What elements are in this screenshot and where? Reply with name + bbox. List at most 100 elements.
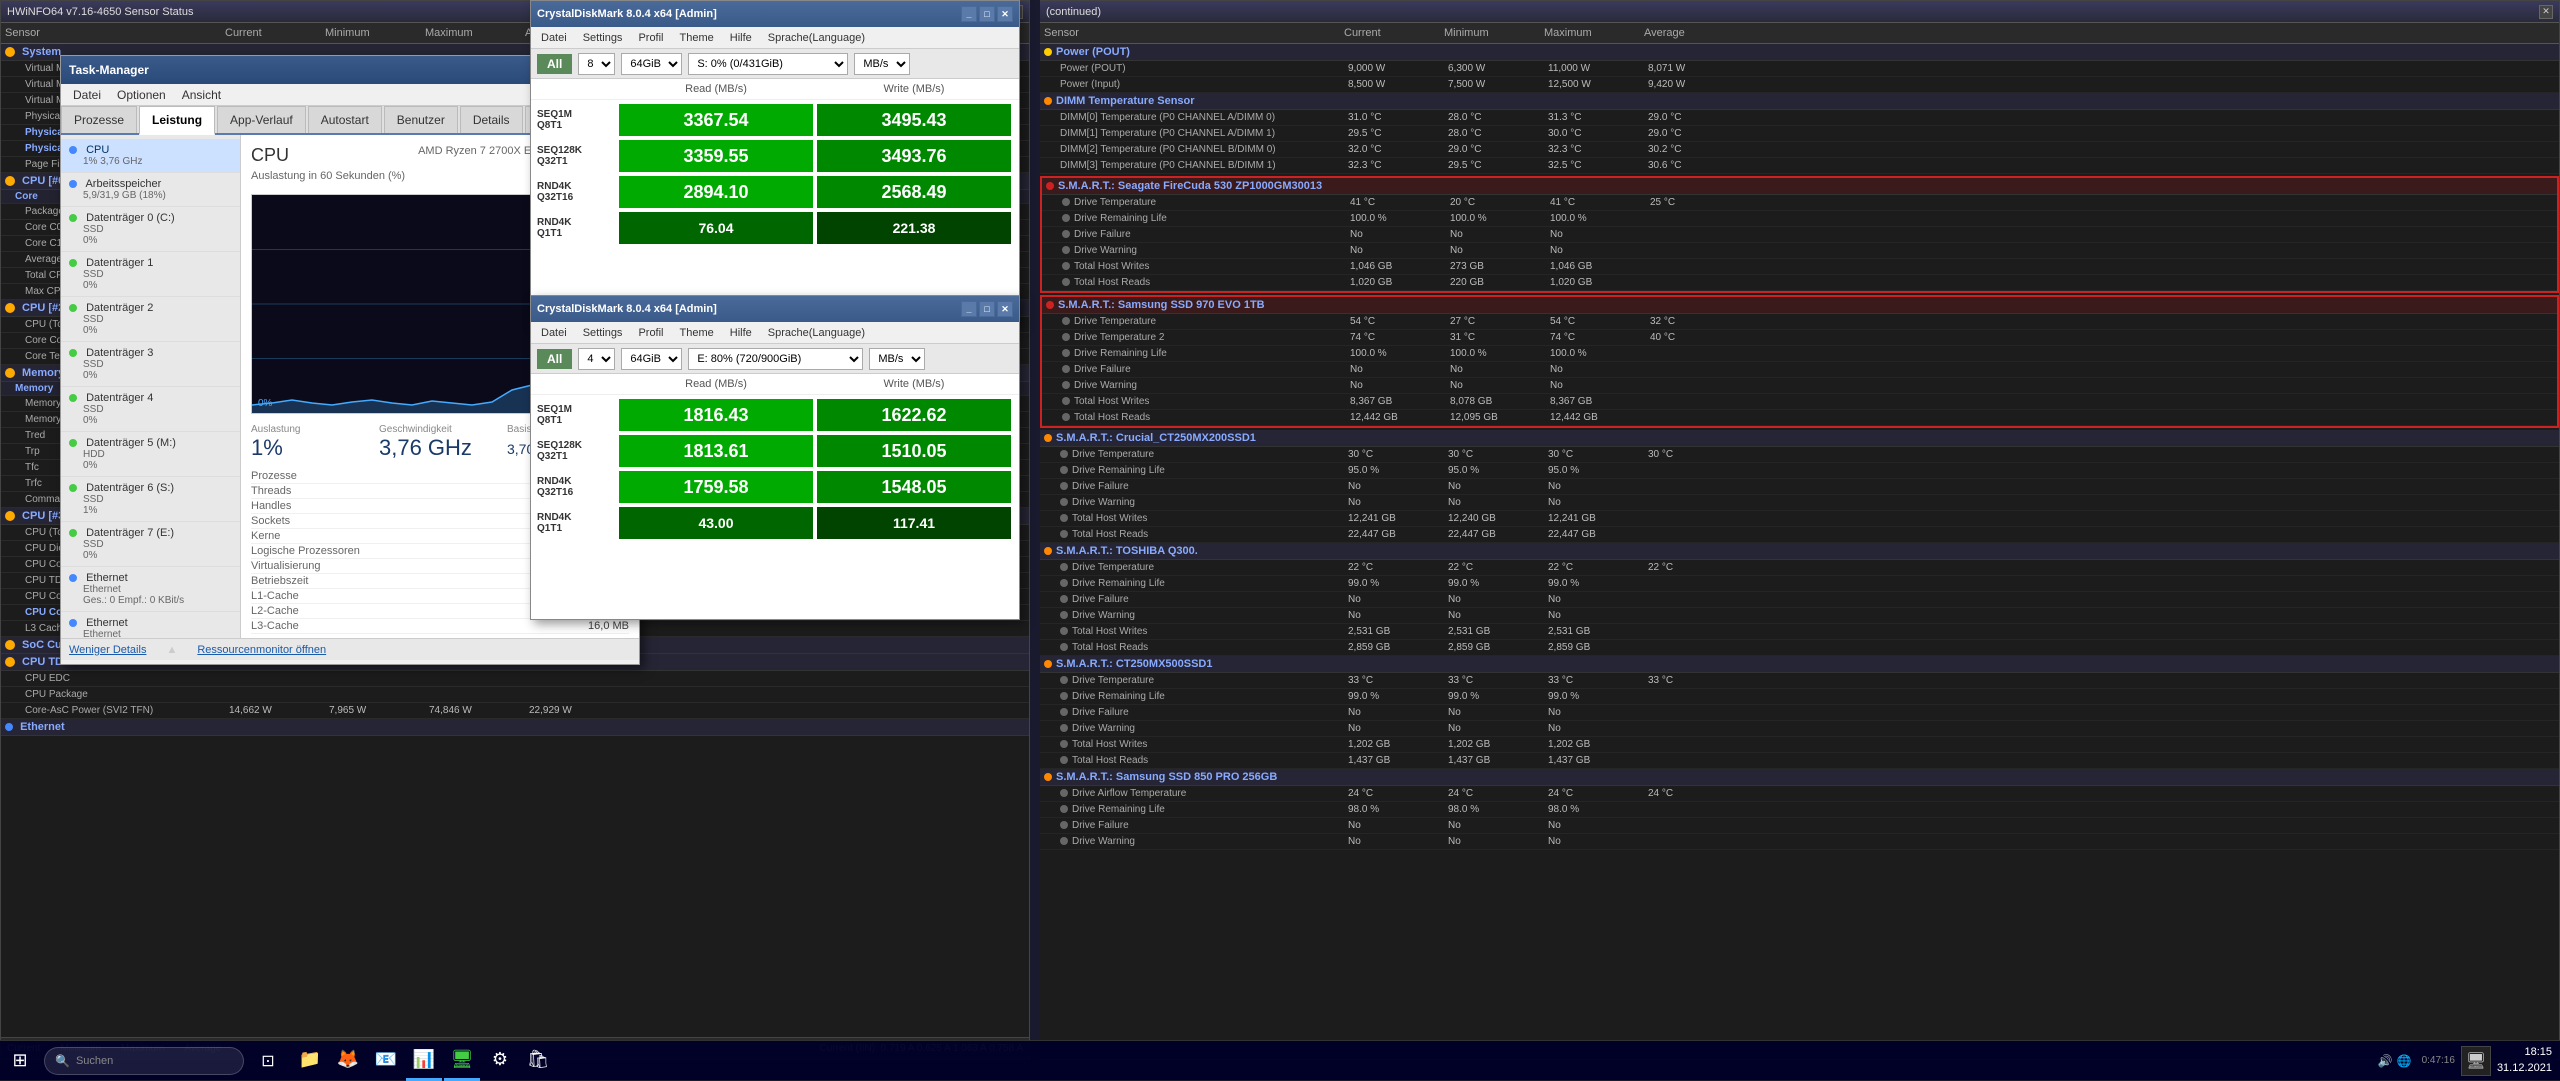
cdm1-menu-settings[interactable]: Settings [577, 30, 629, 46]
sidebar-disk7-label: Datenträger 7 (E:) [86, 527, 174, 539]
smart-row-dimm1: DIMM[1] Temperature (P0 CHANNEL A/DIMM 1… [1040, 126, 2559, 142]
cpu-auslastung-value: 1% [251, 435, 373, 461]
pinned-settings[interactable]: ⚙ [482, 1041, 518, 1081]
cdm1-maximize[interactable]: □ [979, 6, 995, 22]
tab-prozesse[interactable]: Prozesse [61, 106, 137, 133]
pinned-mail[interactable]: 📧 [368, 1041, 404, 1081]
cdm2-title: CrystalDiskMark 8.0.4 x64 [Admin] [537, 303, 959, 315]
cdm2-results: SEQ1MQ8T1 1816.43 1622.62 SEQ128KQ32T1 1… [531, 395, 1019, 547]
sidebar-disk5[interactable]: Datenträger 5 (M:) HDD0% [61, 432, 240, 477]
sidebar-memory[interactable]: Arbeitsspeicher 5,9/31,9 GB (18%) [61, 173, 240, 207]
tab-appverlauf[interactable]: App-Verlauf [217, 106, 306, 133]
cdm2-minimize[interactable]: _ [961, 301, 977, 317]
cdm2-drive[interactable]: E: 80% (720/900GiB) [688, 348, 863, 370]
smart-row-dimm0: DIMM[0] Temperature (P0 CHANNEL A/DIMM 0… [1040, 110, 2559, 126]
sidebar-disk3-label: Datenträger 3 [86, 347, 153, 359]
sidebar-ethernet1[interactable]: Ethernet EthernetGes.: 0 Empf.: 0 KBit/s [61, 567, 240, 612]
sidebar-disk6[interactable]: Datenträger 6 (S:) SSD1% [61, 477, 240, 522]
pinned-taskmanager[interactable]: 📊 [406, 1041, 442, 1081]
group-ethernet[interactable]: 🌐Ethernet [1, 719, 1029, 736]
cdm1-write-rnd4k-q32t16: 2568.49 [817, 176, 1011, 208]
group-smart-samsung970[interactable]: S.M.A.R.T.: Samsung SSD 970 EVO 1TB [1042, 297, 2557, 314]
notification-area[interactable]: 🖥 [2461, 1046, 2491, 1076]
cdm2-size[interactable]: 64GiB [621, 348, 682, 370]
smart-crucial1-writes: Total Host Writes 12,241 GB12,240 GB12,2… [1040, 511, 2559, 527]
sidebar-disk7[interactable]: Datenträger 7 (E:) SSD0% [61, 522, 240, 567]
cdm1-menu-datei[interactable]: Datei [535, 30, 573, 46]
group-smart-toshiba[interactable]: S.M.A.R.T.: TOSHIBA Q300. [1040, 543, 2559, 560]
smart-samsung970-highlighted-group: S.M.A.R.T.: Samsung SSD 970 EVO 1TB Driv… [1040, 295, 2559, 428]
cdm1-row-seq128k: SEQ128KQ32T1 3359.55 3493.76 [537, 140, 1013, 172]
tab-benutzer[interactable]: Benutzer [384, 106, 458, 133]
group-smart-crucial2[interactable]: S.M.A.R.T.: CT250MX500SSD1 [1040, 656, 2559, 673]
cdm1-all-btn[interactable]: All [537, 54, 572, 74]
cdm2-menu-sprache[interactable]: Sprache(Language) [762, 325, 871, 341]
cdm1-menu-hilfe[interactable]: Hilfe [724, 30, 758, 46]
cdm1-runs[interactable]: 8 [578, 53, 615, 75]
taskbar: ⊞ 🔍 Suchen ⊡ 📁 🦊 📧 📊 🖥 ⚙ 🛍 🔊 🌐 0:47:16 🖥 [0, 1040, 2560, 1080]
taskbar-time-display: 18:15 [2497, 1045, 2552, 1060]
cdm1-size[interactable]: 64GiB [621, 53, 682, 75]
close-btn-right[interactable]: ✕ [2539, 5, 2553, 19]
smart-850-airflow: Drive Airflow Temperature 24 °C24 °C24 °… [1040, 786, 2559, 802]
tm-ressourcenmonitor[interactable]: Ressourcenmonitor öffnen [197, 644, 326, 656]
cdm1-write-rnd4k-q1t1: 221.38 [817, 212, 1011, 244]
cdm1-menu-profil[interactable]: Profil [632, 30, 669, 46]
smart-crucial2-temp: Drive Temperature 33 °C33 °C33 °C33 °C [1040, 673, 2559, 689]
cdm1-menu-sprache[interactable]: Sprache(Language) [762, 30, 871, 46]
sidebar-disk3[interactable]: Datenträger 3 SSD0% [61, 342, 240, 387]
taskview-icon[interactable]: ⊡ [252, 1045, 284, 1077]
sidebar-disk0-label: Datenträger 0 (C:) [86, 212, 175, 224]
cdm2-menu-hilfe[interactable]: Hilfe [724, 325, 758, 341]
tm-menu-optionen[interactable]: Optionen [109, 86, 174, 104]
tab-autostart[interactable]: Autostart [308, 106, 382, 133]
sidebar-memory-label: Arbeitsspeicher [85, 178, 161, 190]
cdm2-runs[interactable]: 4 [578, 348, 615, 370]
sidebar-disk4[interactable]: Datenträger 4 SSD0% [61, 387, 240, 432]
group-smart-crucial1[interactable]: S.M.A.R.T.: Crucial_CT250MX200SSD1 [1040, 430, 2559, 447]
taskbar-search[interactable]: 🔍 Suchen [44, 1047, 244, 1075]
cdm1-drive[interactable]: S: 0% (0/431GiB) [688, 53, 848, 75]
sidebar-disk2[interactable]: Datenträger 2 SSD0% [61, 297, 240, 342]
smart-toshiba-warning: Drive Warning NoNoNo [1040, 608, 2559, 624]
cdm2-menu-datei[interactable]: Datei [535, 325, 573, 341]
smart-crucial2-writes: Total Host Writes 1,202 GB1,202 GB1,202 … [1040, 737, 2559, 753]
cdm2-read-rnd4k-q32t16: 1759.58 [619, 471, 813, 503]
cdm1-toolbar: All 8 64GiB S: 0% (0/431GiB) MB/s [531, 49, 1019, 79]
cdm1-unit[interactable]: MB/s [854, 53, 910, 75]
pinned-browser[interactable]: 🦊 [330, 1041, 366, 1081]
cdm2-close[interactable]: ✕ [997, 301, 1013, 317]
cdm2-menu-settings[interactable]: Settings [577, 325, 629, 341]
group-smart-seagate[interactable]: S.M.A.R.T.: Seagate FireCuda 530 ZP1000G… [1042, 178, 2557, 195]
cdm2-menu-profil[interactable]: Profil [632, 325, 669, 341]
pinned-hwinfo[interactable]: 🖥 [444, 1041, 480, 1081]
group-smart-samsung850[interactable]: S.M.A.R.T.: Samsung SSD 850 PRO 256GB [1040, 769, 2559, 786]
volume-icon[interactable]: 🔊 [2378, 1054, 2393, 1068]
tm-menu-datei[interactable]: Datei [65, 86, 109, 104]
network-icon[interactable]: 🌐 [2397, 1054, 2412, 1068]
pinned-store[interactable]: 🛍 [520, 1041, 556, 1081]
sidebar-cpu[interactable]: CPU 1% 3,76 GHz [61, 139, 240, 173]
cdm2-all-btn[interactable]: All [537, 349, 572, 369]
cdm2-maximize[interactable]: □ [979, 301, 995, 317]
cdm1-menu-theme[interactable]: Theme [674, 30, 720, 46]
cdm1-close[interactable]: ✕ [997, 6, 1013, 22]
cdm1-minimize[interactable]: _ [961, 6, 977, 22]
cdm1-title: CrystalDiskMark 8.0.4 x64 [Admin] [537, 8, 959, 20]
cdm2-unit[interactable]: MB/s [869, 348, 925, 370]
start-button[interactable]: ⊞ [0, 1041, 40, 1081]
group-dimm-temp[interactable]: DIMM Temperature Sensor [1040, 93, 2559, 110]
tm-menu-ansicht[interactable]: Ansicht [174, 86, 229, 104]
smart-row-pout: Power (POUT) 9,000 W6,300 W11,000 W8,071… [1040, 61, 2559, 77]
pinned-fileexplorer[interactable]: 📁 [292, 1041, 328, 1081]
sidebar-disk0[interactable]: Datenträger 0 (C:) SSD0% [61, 207, 240, 252]
tab-leistung[interactable]: Leistung [139, 106, 215, 135]
tab-details[interactable]: Details [460, 106, 523, 133]
smart-crucial1-warning: Drive Warning NoNoNo [1040, 495, 2559, 511]
group-power-pout[interactable]: Power (POUT) [1040, 44, 2559, 61]
sidebar-disk1[interactable]: Datenträger 1 SSD0% [61, 252, 240, 297]
taskbar-clock[interactable]: 18:15 31.12.2021 [2497, 1045, 2552, 1076]
sidebar-ethernet2[interactable]: Ethernet Ethernet [61, 612, 240, 638]
cdm2-menu-theme[interactable]: Theme [674, 325, 720, 341]
tm-weniger-details[interactable]: Weniger Details [69, 644, 146, 656]
